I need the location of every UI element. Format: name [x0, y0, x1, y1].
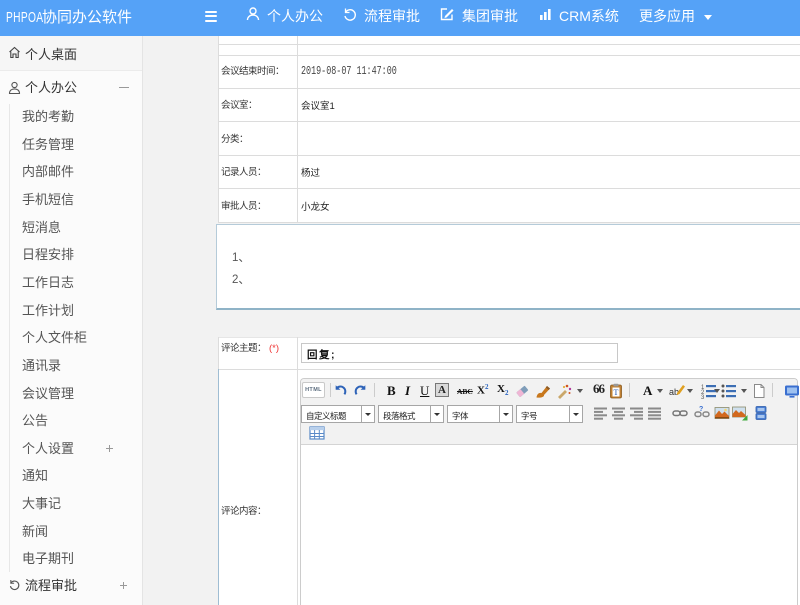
svg-text:T: T	[614, 388, 619, 397]
svg-text:3: 3	[701, 395, 705, 399]
svg-text:?: ?	[699, 406, 703, 413]
svg-text:ab: ab	[669, 387, 679, 397]
